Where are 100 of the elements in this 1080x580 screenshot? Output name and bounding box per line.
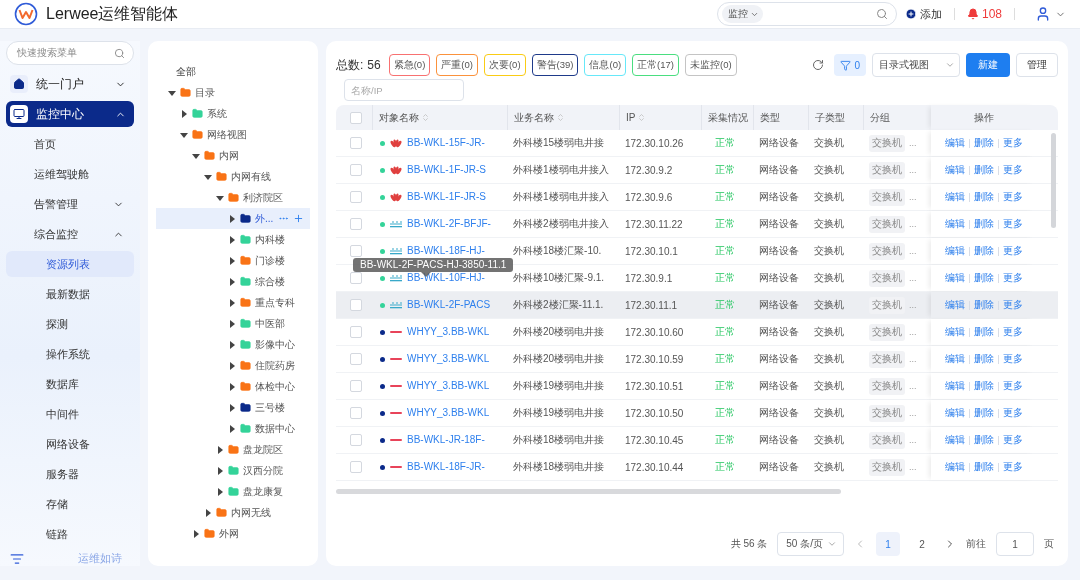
action-link[interactable]: 更多: [1002, 136, 1023, 150]
action-link[interactable]: 编辑: [944, 163, 965, 177]
severity-filter[interactable]: 未监控(0): [685, 54, 737, 76]
severity-filter[interactable]: 紧急(0): [388, 54, 431, 76]
object-link[interactable]: WHYY_3.BB-WKL: [407, 326, 490, 338]
caret-icon[interactable]: [228, 424, 236, 433]
table-row[interactable]: BB-WKL-15F-JR- 外科楼15楼弱电井接 172.30.10.26 正常 网络设备 交换机 交换机 ... 编辑 删除 更多: [336, 130, 1058, 157]
tree-item[interactable]: 重点专科: [156, 292, 310, 313]
table-row[interactable]: WHYY_3.BB-WKL 外科楼19楼弱电井接 172.30.10.51 正常 网络设备 交换机 交换机 ... 编辑 删除 更多: [336, 373, 1058, 400]
tree-item[interactable]: 汉西分院: [156, 460, 310, 481]
checkbox[interactable]: [350, 137, 362, 149]
caret-icon[interactable]: [228, 277, 236, 286]
table-row[interactable]: BB-WKL-1F-JR-S 外科楼1楼弱电井接入 172.30.9.6 正常 网络设备 交换机 交换机 ... 编辑 删除 更多: [336, 184, 1058, 211]
object-link[interactable]: BB-WKL-1F-JR-S: [407, 191, 486, 203]
object-link[interactable]: WHYY_3.BB-WKL: [407, 407, 490, 419]
add-button[interactable]: 添加: [904, 6, 942, 22]
action-link[interactable]: 更多: [1002, 163, 1023, 177]
caret-icon[interactable]: [228, 382, 236, 391]
caret-icon[interactable]: [216, 466, 224, 475]
tree-item[interactable]: 体检中心: [156, 376, 310, 397]
table-row[interactable]: WHYY_3.BB-WKL 外科楼19楼弱电井接 172.30.10.50 正常 网络设备 交换机 交换机 ... 编辑 删除 更多: [336, 400, 1058, 427]
menu-item[interactable]: 数据库: [6, 371, 134, 397]
tree-item[interactable]: 综合楼: [156, 271, 310, 292]
action-link[interactable]: 删除: [973, 217, 994, 231]
caret-icon[interactable]: [216, 445, 224, 454]
scope-select[interactable]: 监控: [721, 5, 763, 23]
caret-icon[interactable]: [192, 151, 200, 160]
action-link[interactable]: 编辑: [944, 298, 965, 312]
table-row[interactable]: BB-WKL-2F-PACS 外科楼2楼汇聚-11.1. 172.30.11.1 正常 网络设备 交换机 交换机 ... 编辑 删除 更多: [336, 292, 1058, 319]
action-link[interactable]: 删除: [973, 298, 994, 312]
caret-icon[interactable]: [168, 88, 176, 97]
table-row[interactable]: BB-WKL-1F-JR-S 外科楼1楼弱电井接入 172.30.9.2 正常 网络设备 交换机 交换机 ... 编辑 删除 更多: [336, 157, 1058, 184]
tree-item[interactable]: 外...: [156, 208, 310, 229]
checkbox[interactable]: [350, 461, 362, 473]
caret-icon[interactable]: [180, 109, 188, 118]
action-link[interactable]: 删除: [973, 379, 994, 393]
checkbox[interactable]: [350, 272, 362, 284]
tree-item[interactable]: 中医部: [156, 313, 310, 334]
action-link[interactable]: 更多: [1002, 325, 1023, 339]
action-link[interactable]: 更多: [1002, 379, 1023, 393]
tree-item[interactable]: 系统: [156, 103, 310, 124]
action-link[interactable]: 编辑: [944, 406, 965, 420]
caret-icon[interactable]: [228, 403, 236, 412]
checkbox[interactable]: [350, 326, 362, 338]
caret-icon[interactable]: [228, 340, 236, 349]
caret-icon[interactable]: [204, 172, 212, 181]
table-row[interactable]: WHYY_3.BB-WKL 外科楼20楼弱电井接 172.30.10.60 正常 网络设备 交换机 交换机 ... 编辑 删除 更多: [336, 319, 1058, 346]
checkbox[interactable]: [350, 434, 362, 446]
severity-filter[interactable]: 信息(0): [584, 54, 627, 76]
object-link[interactable]: WHYY_3.BB-WKL: [407, 380, 490, 392]
object-link[interactable]: BB-WKL-18F-JR-: [407, 461, 485, 473]
tree-item[interactable]: 三号楼: [156, 397, 310, 418]
severity-filter[interactable]: 警告(39): [531, 54, 579, 76]
object-link[interactable]: BB-WKL-1F-JR-S: [407, 164, 486, 176]
severity-filter[interactable]: 严重(0): [436, 54, 478, 76]
action-link[interactable]: 编辑: [944, 325, 965, 339]
caret-icon[interactable]: [228, 214, 236, 223]
menu-item[interactable]: 首页: [6, 131, 134, 157]
user-menu[interactable]: [1035, 6, 1066, 22]
tree-item[interactable]: 外网: [156, 523, 310, 544]
action-link[interactable]: 更多: [1002, 190, 1023, 204]
view-select[interactable]: 目录式视图: [872, 53, 960, 77]
checkbox[interactable]: [350, 191, 362, 203]
tree-item[interactable]: 盘龙院区: [156, 439, 310, 460]
checkbox[interactable]: [350, 353, 362, 365]
object-link[interactable]: BB-WKL-JR-18F-: [407, 434, 485, 446]
caret-icon[interactable]: [216, 193, 224, 202]
tree-item[interactable]: 内网有线: [156, 166, 310, 187]
menu-item[interactable]: 中间件: [6, 401, 134, 427]
search-field[interactable]: 名称/IP: [344, 79, 464, 101]
checkbox[interactable]: [350, 380, 362, 392]
object-link[interactable]: BB-WKL-10F-HJ-: [407, 272, 485, 284]
action-link[interactable]: 编辑: [944, 460, 965, 474]
scrollbar[interactable]: [1051, 133, 1056, 228]
page-input[interactable]: 1: [996, 532, 1034, 556]
caret-icon[interactable]: [192, 529, 200, 538]
action-link[interactable]: 编辑: [944, 244, 965, 258]
caret-icon[interactable]: [228, 235, 236, 244]
checkbox[interactable]: [350, 407, 362, 419]
tree-item[interactable]: 利济院区: [156, 187, 310, 208]
new-button[interactable]: 新建: [966, 53, 1010, 77]
action-link[interactable]: 更多: [1002, 433, 1023, 447]
menu-item[interactable]: 存储: [6, 491, 134, 517]
tree-item[interactable]: 影像中心: [156, 334, 310, 355]
menu-item[interactable]: 运维驾驶舱: [6, 161, 134, 187]
action-link[interactable]: 更多: [1002, 352, 1023, 366]
tree-root[interactable]: 全部: [156, 61, 310, 82]
tree-item[interactable]: 目录: [156, 82, 310, 103]
action-link[interactable]: 删除: [973, 433, 994, 447]
menu-item[interactable]: 告警管理: [6, 191, 134, 217]
menu-item[interactable]: 链路: [6, 521, 134, 547]
object-link[interactable]: BB-WKL-18F-HJ-: [407, 245, 485, 257]
table-row[interactable]: BB-WKL-18F-JR- 外科楼18楼弱电井接 172.30.10.44 正常 网络设备 交换机 交换机 ... 编辑 删除 更多: [336, 454, 1058, 481]
checkbox[interactable]: [350, 218, 362, 230]
menu-item[interactable]: 操作系统: [6, 341, 134, 367]
action-link[interactable]: 删除: [973, 460, 994, 474]
action-link[interactable]: 编辑: [944, 379, 965, 393]
table-row[interactable]: BB-WKL-JR-18F- 外科楼18楼弱电井接 172.30.10.45 正常 网络设备 交换机 交换机 ... 编辑 删除 更多: [336, 427, 1058, 454]
caret-icon[interactable]: [204, 508, 212, 517]
action-link[interactable]: 删除: [973, 163, 994, 177]
